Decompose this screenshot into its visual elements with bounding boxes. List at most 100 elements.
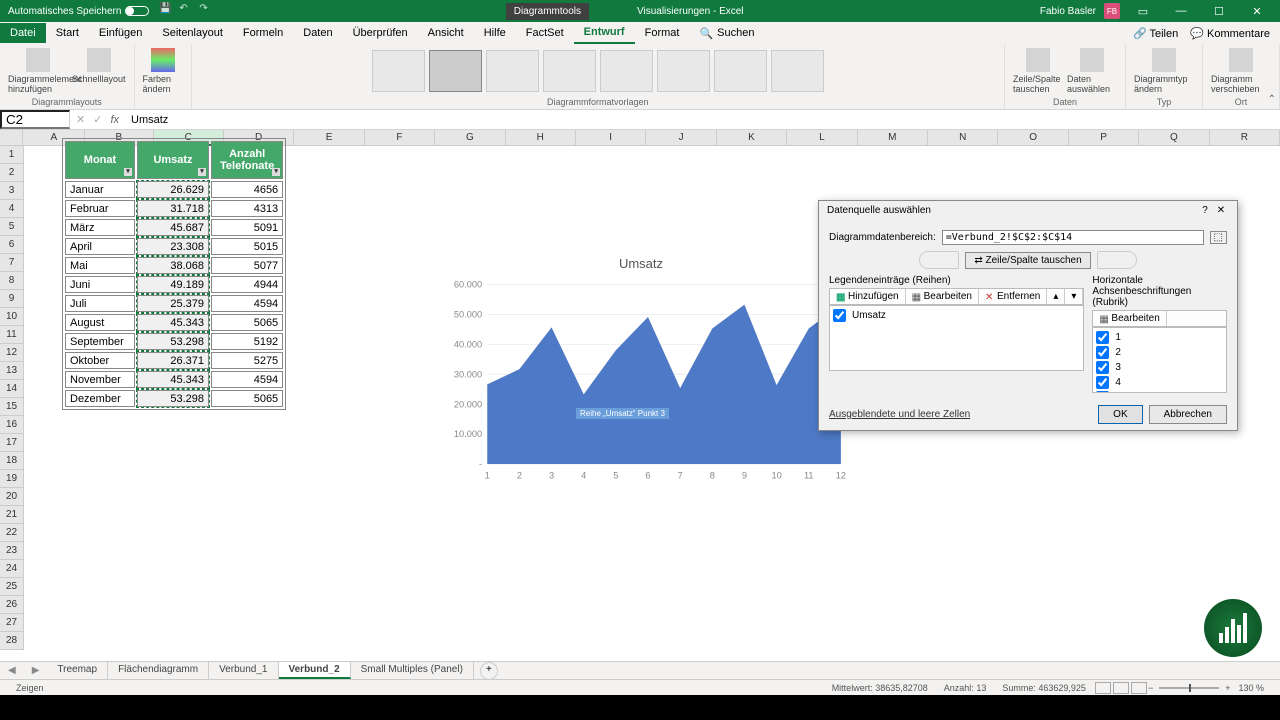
sheet-tab[interactable]: Treemap xyxy=(47,662,108,679)
col-header-N[interactable]: N xyxy=(928,130,998,146)
table-row[interactable]: Januar26.6294656 xyxy=(65,181,283,198)
row-header-14[interactable]: 14 xyxy=(0,380,24,398)
tab-start[interactable]: Start xyxy=(46,23,89,43)
category-item[interactable]: 2 xyxy=(1095,345,1224,360)
row-header-16[interactable]: 16 xyxy=(0,416,24,434)
row-header-8[interactable]: 8 xyxy=(0,272,24,290)
col-header-H[interactable]: H xyxy=(506,130,576,146)
cancel-formula-icon[interactable]: ✕ xyxy=(76,113,85,126)
row-header-21[interactable]: 21 xyxy=(0,506,24,524)
col-header-J[interactable]: J xyxy=(646,130,716,146)
col-header-M[interactable]: M xyxy=(858,130,928,146)
table-header[interactable]: Monat▾ xyxy=(65,141,135,179)
chart-plot-area[interactable]: -10.00020.00030.00040.00050.00060.000123… xyxy=(436,277,846,487)
zoom-out-icon[interactable]: − xyxy=(1148,683,1153,693)
page-break-view-icon[interactable] xyxy=(1131,682,1147,694)
row-header-15[interactable]: 15 xyxy=(0,398,24,416)
maximize-icon[interactable]: ☐ xyxy=(1204,5,1234,18)
series-checkbox[interactable] xyxy=(833,309,846,322)
user-name[interactable]: Fabio Basler xyxy=(1040,6,1096,17)
row-header-10[interactable]: 10 xyxy=(0,308,24,326)
col-header-O[interactable]: O xyxy=(998,130,1068,146)
category-item[interactable]: 3 xyxy=(1095,360,1224,375)
category-checkbox[interactable] xyxy=(1096,361,1109,374)
autosave-toggle[interactable] xyxy=(125,6,149,16)
row-header-17[interactable]: 17 xyxy=(0,434,24,452)
table-header[interactable]: Umsatz▾ xyxy=(137,141,209,179)
add-series-button[interactable]: ▦Hinzufügen xyxy=(830,289,906,304)
tab-design[interactable]: Entwurf xyxy=(574,22,635,44)
undo-icon[interactable]: ↶ xyxy=(179,3,195,19)
row-header-20[interactable]: 20 xyxy=(0,488,24,506)
filter-icon[interactable]: ▾ xyxy=(198,168,206,176)
tab-help[interactable]: Hilfe xyxy=(474,23,516,43)
minimize-icon[interactable]: — xyxy=(1166,5,1196,17)
row-header-13[interactable]: 13 xyxy=(0,362,24,380)
tab-formulas[interactable]: Formeln xyxy=(233,23,293,43)
chart-style-3[interactable] xyxy=(486,50,539,92)
row-header-3[interactable]: 3 xyxy=(0,182,24,200)
comments-button[interactable]: 💬 Kommentare xyxy=(1190,27,1270,40)
chart-title[interactable]: Umsatz xyxy=(436,250,846,277)
page-layout-view-icon[interactable] xyxy=(1113,682,1129,694)
move-up-button[interactable]: ▴ xyxy=(1047,289,1065,304)
chart-style-7[interactable] xyxy=(714,50,767,92)
tab-factset[interactable]: FactSet xyxy=(516,23,574,43)
edit-series-button[interactable]: ▦Bearbeiten xyxy=(906,289,979,304)
category-item[interactable]: 5 xyxy=(1095,390,1224,393)
table-row[interactable]: Mai38.0685077 xyxy=(65,257,283,274)
quick-layout-button[interactable]: Schnelllayout xyxy=(70,46,128,96)
table-row[interactable]: März45.6875091 xyxy=(65,219,283,236)
row-header-23[interactable]: 23 xyxy=(0,542,24,560)
sheet-tab[interactable]: Flächendiagramm xyxy=(108,662,209,679)
remove-series-button[interactable]: ✕Entfernen xyxy=(979,289,1047,304)
row-header-25[interactable]: 25 xyxy=(0,578,24,596)
row-header-4[interactable]: 4 xyxy=(0,200,24,218)
table-row[interactable]: Februar31.7184313 xyxy=(65,200,283,217)
row-header-7[interactable]: 7 xyxy=(0,254,24,272)
chart-object[interactable]: Umsatz -10.00020.00030.00040.00050.00060… xyxy=(436,250,846,506)
collapse-dialog-icon[interactable]: ⬚ xyxy=(1210,231,1227,244)
row-header-6[interactable]: 6 xyxy=(0,236,24,254)
chart-style-6[interactable] xyxy=(657,50,710,92)
move-down-button[interactable]: ▾ xyxy=(1065,289,1083,304)
select-all-corner[interactable] xyxy=(0,130,23,146)
table-row[interactable]: September53.2985192 xyxy=(65,333,283,350)
accept-formula-icon[interactable]: ✓ xyxy=(93,113,102,126)
row-header-5[interactable]: 5 xyxy=(0,218,24,236)
sheet-nav-next-icon[interactable]: ▶ xyxy=(24,665,48,676)
zoom-in-icon[interactable]: + xyxy=(1225,683,1230,693)
tab-page-layout[interactable]: Seitenlayout xyxy=(152,23,233,43)
tab-review[interactable]: Überprüfen xyxy=(343,23,418,43)
hidden-cells-button[interactable]: Ausgeblendete und leere Zellen xyxy=(829,409,970,420)
data-table[interactable]: Monat▾Umsatz▾Anzahl Telefonate▾ Januar26… xyxy=(62,138,286,410)
tab-insert[interactable]: Einfügen xyxy=(89,23,152,43)
category-checkbox[interactable] xyxy=(1096,346,1109,359)
filter-icon[interactable]: ▾ xyxy=(124,168,132,176)
fx-icon[interactable]: fx xyxy=(110,114,119,126)
change-chart-type-button[interactable]: Diagrammtyp ändern xyxy=(1132,46,1196,96)
tab-data[interactable]: Daten xyxy=(293,23,342,43)
row-header-19[interactable]: 19 xyxy=(0,470,24,488)
move-chart-button[interactable]: Diagramm verschieben xyxy=(1209,46,1273,96)
col-header-I[interactable]: I xyxy=(576,130,646,146)
col-header-Q[interactable]: Q xyxy=(1139,130,1209,146)
col-header-K[interactable]: K xyxy=(717,130,787,146)
sheet-tab[interactable]: Verbund_1 xyxy=(209,662,278,679)
series-list[interactable]: Umsatz xyxy=(829,305,1084,371)
table-row[interactable]: August45.3435065 xyxy=(65,314,283,331)
table-row[interactable]: April23.3085015 xyxy=(65,238,283,255)
tab-file[interactable]: Datei xyxy=(0,23,46,43)
switch-row-col-dialog-button[interactable]: ⇄ Zeile/Spalte tauschen xyxy=(965,252,1090,269)
row-header-11[interactable]: 11 xyxy=(0,326,24,344)
row-header-9[interactable]: 9 xyxy=(0,290,24,308)
table-row[interactable]: Dezember53.2985065 xyxy=(65,390,283,407)
change-colors-button[interactable]: Farben ändern xyxy=(141,46,185,96)
row-header-28[interactable]: 28 xyxy=(0,632,24,650)
redo-icon[interactable]: ↷ xyxy=(199,3,215,19)
series-item[interactable]: Umsatz xyxy=(832,308,1081,323)
row-header-18[interactable]: 18 xyxy=(0,452,24,470)
add-sheet-button[interactable]: + xyxy=(480,662,498,680)
tab-format[interactable]: Format xyxy=(635,23,690,43)
cancel-button[interactable]: Abbrechen xyxy=(1149,405,1227,424)
